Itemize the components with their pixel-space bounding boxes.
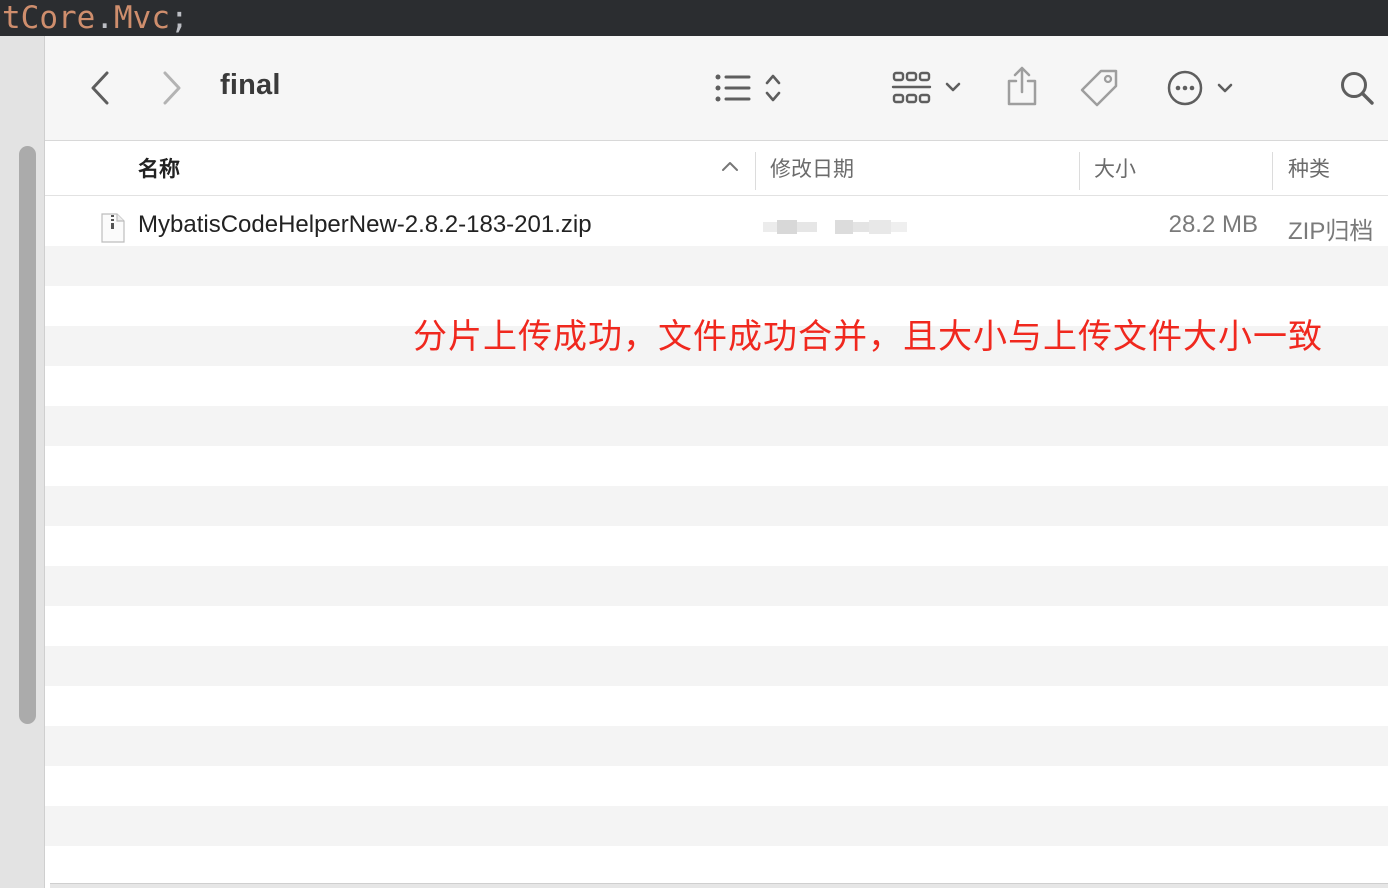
back-button[interactable] bbox=[83, 68, 117, 108]
more-actions-button[interactable] bbox=[1165, 66, 1235, 110]
share-icon bbox=[1007, 66, 1037, 106]
vertical-scrollbar-thumb[interactable] bbox=[19, 146, 36, 724]
column-divider[interactable] bbox=[755, 152, 756, 190]
column-header-name[interactable]: 名称 bbox=[138, 141, 180, 195]
search-button[interactable] bbox=[1337, 68, 1377, 108]
annotation-text: 分片上传成功，文件成功合并，且大小与上传文件大小一致 bbox=[413, 318, 1323, 356]
file-kind: ZIP归档 bbox=[1288, 218, 1374, 245]
list-row bbox=[45, 526, 1388, 566]
list-row bbox=[45, 726, 1388, 766]
file-size: 28.2 MB bbox=[1168, 211, 1258, 238]
list-row bbox=[45, 246, 1388, 286]
view-mode-button[interactable] bbox=[713, 68, 789, 108]
chevron-right-icon bbox=[163, 71, 181, 105]
list-row bbox=[45, 686, 1388, 726]
list-row bbox=[45, 766, 1388, 806]
list-row bbox=[45, 606, 1388, 646]
tag-button[interactable] bbox=[1079, 66, 1121, 110]
tag-icon bbox=[1080, 69, 1118, 107]
code-line: tCore.Mvc; bbox=[2, 0, 189, 36]
code-token-member: Mvc bbox=[114, 0, 170, 36]
list-row bbox=[45, 486, 1388, 526]
column-header-kind[interactable]: 种类 bbox=[1288, 141, 1330, 195]
list-row bbox=[45, 366, 1388, 406]
list-row bbox=[45, 566, 1388, 606]
share-button[interactable] bbox=[1003, 64, 1041, 108]
search-icon bbox=[1341, 72, 1374, 105]
zip-file-icon bbox=[101, 213, 125, 243]
toolbar: final bbox=[45, 36, 1388, 141]
list-row bbox=[45, 846, 1388, 886]
list-row bbox=[45, 446, 1388, 486]
group-button[interactable] bbox=[891, 68, 965, 108]
finder-window: final 名称 修改日期 大小 种类 MybatisCodeHelperNew… bbox=[45, 36, 1388, 888]
file-row[interactable]: MybatisCodeHelperNew-2.8.2-183-201.zip 2… bbox=[45, 206, 1388, 246]
column-header-modified[interactable]: 修改日期 bbox=[770, 141, 854, 195]
ellipsis-circle-icon bbox=[1167, 70, 1233, 106]
column-divider[interactable] bbox=[1272, 152, 1273, 190]
sort-ascending-icon bbox=[722, 162, 738, 171]
file-list bbox=[45, 196, 1388, 888]
file-name: MybatisCodeHelperNew-2.8.2-183-201.zip bbox=[138, 211, 592, 238]
column-header-size[interactable]: 大小 bbox=[1094, 141, 1136, 195]
list-row bbox=[45, 646, 1388, 686]
horizontal-scrollbar[interactable] bbox=[50, 883, 1388, 888]
code-token-prefix: tCore bbox=[2, 0, 96, 36]
column-header-row: 名称 修改日期 大小 种类 bbox=[45, 141, 1388, 196]
code-token-dot: . bbox=[95, 0, 114, 36]
folder-title: final bbox=[220, 69, 281, 101]
list-row bbox=[45, 806, 1388, 846]
grid-group-icon bbox=[891, 71, 961, 104]
code-token-semicolon: ; bbox=[170, 0, 189, 36]
list-row bbox=[45, 406, 1388, 446]
left-gutter bbox=[0, 36, 45, 888]
column-divider[interactable] bbox=[1079, 152, 1080, 190]
chevron-left-icon bbox=[91, 71, 109, 105]
forward-button[interactable] bbox=[155, 68, 189, 108]
editor-code-strip: tCore.Mvc; bbox=[0, 0, 1388, 36]
list-view-icon bbox=[715, 74, 781, 102]
file-modified-date-redacted bbox=[763, 220, 907, 234]
